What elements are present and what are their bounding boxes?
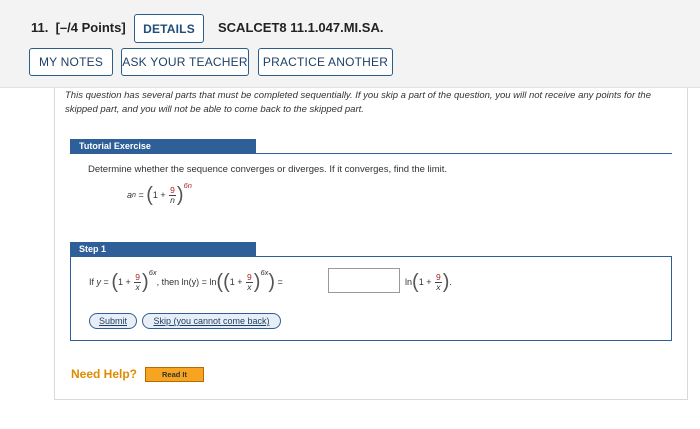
points-label: [–/4 Points] — [55, 20, 126, 35]
intro-text: This question has several parts that mus… — [65, 90, 651, 115]
step1-formula: If y = ( 1 + 9x ) 6x , then ln(y) = ln (… — [89, 268, 283, 293]
tutorial-divider — [70, 153, 672, 154]
tutorial-header: Tutorial Exercise — [70, 139, 256, 153]
submit-button[interactable]: Submit — [89, 313, 137, 329]
practice-another-button[interactable]: PRACTICE ANOTHER — [258, 48, 393, 76]
answer-input[interactable] — [328, 268, 400, 293]
read-it-button[interactable]: Read It — [145, 367, 204, 382]
step1-header: Step 1 — [70, 242, 256, 256]
ask-teacher-button[interactable]: ASK YOUR TEACHER — [121, 48, 249, 76]
need-help-label: Need Help? — [71, 367, 138, 381]
step1-formula-tail: ln ( 1 + 9x ) . — [405, 271, 452, 293]
question-number: 11. [–/4 Points] — [31, 20, 126, 35]
question-code: SCALCET8 11.1.047.MI.SA. — [218, 20, 384, 35]
tutorial-prompt: Determine whether the sequence converges… — [88, 164, 448, 175]
my-notes-button[interactable]: MY NOTES — [29, 48, 113, 76]
details-button[interactable]: DETAILS — [134, 14, 204, 43]
sequence-formula: an = ( 1 + 9n ) 6n — [127, 181, 192, 206]
skip-button[interactable]: Skip (you cannot come back) — [142, 313, 281, 329]
